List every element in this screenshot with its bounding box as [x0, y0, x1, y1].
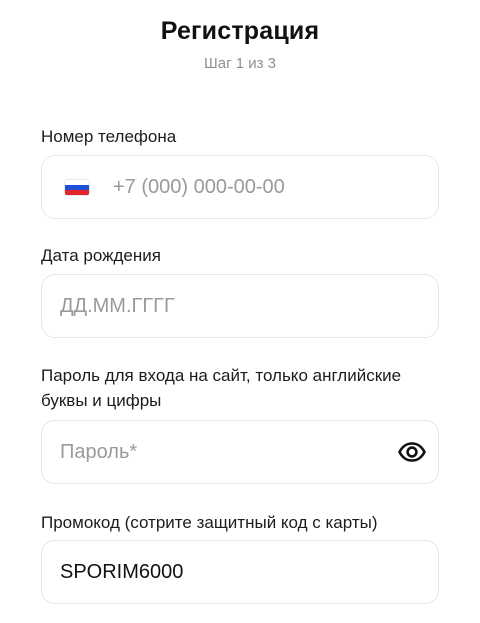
- birthdate-field[interactable]: [41, 274, 439, 338]
- birthdate-input[interactable]: [60, 275, 438, 337]
- eye-icon[interactable]: [396, 436, 428, 468]
- promo-input[interactable]: [60, 541, 438, 603]
- promo-label: Промокод (сотрите защитный код с карты): [41, 513, 378, 532]
- phone-label: Номер телефона: [41, 127, 177, 146]
- phone-input[interactable]: [113, 156, 438, 218]
- phone-field[interactable]: [41, 155, 439, 219]
- page-header: Регистрация Шаг 1 из 3: [0, 14, 480, 74]
- russia-flag-icon[interactable]: [65, 179, 89, 195]
- password-input[interactable]: [60, 421, 396, 483]
- step-indicator: Шаг 1 из 3: [203, 55, 276, 72]
- promo-field[interactable]: [41, 540, 439, 604]
- page-title: Регистрация: [160, 17, 320, 45]
- password-label: Пароль для входа на сайт, только английс…: [41, 366, 402, 410]
- birthdate-label: Дата рождения: [41, 246, 161, 265]
- password-field[interactable]: [41, 420, 439, 484]
